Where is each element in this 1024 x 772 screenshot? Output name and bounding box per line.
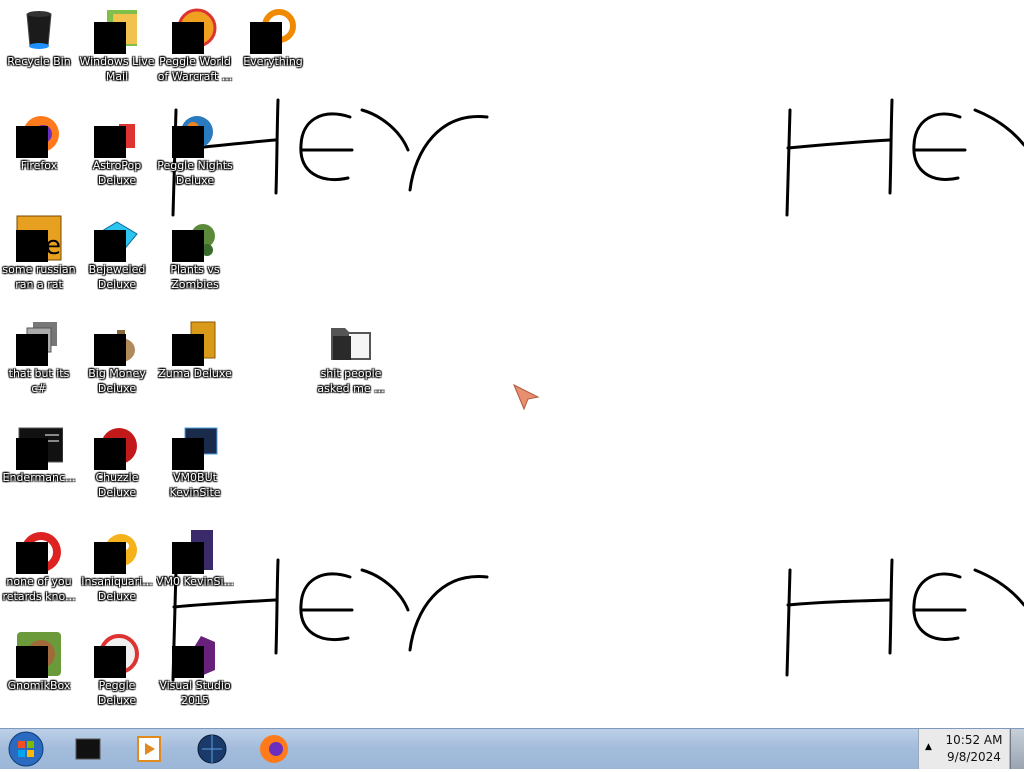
desktop-icon-gnomikbox[interactable]: GnomikBox	[0, 624, 78, 722]
desktop-icon-vm0-kevinsite[interactable]: VM0 KevinSi...	[156, 520, 234, 618]
desktop-icon-label: Endermanc...	[2, 471, 76, 484]
redaction-box	[172, 542, 204, 574]
desktop-icon-peggle-nights-deluxe[interactable]: Peggle Nights Deluxe	[156, 104, 234, 202]
desktop-icon-label: Recycle Bin	[7, 55, 71, 68]
redaction-box	[172, 334, 204, 366]
desktop-icon-none-of-you[interactable]: none of you retards kno...	[0, 520, 78, 618]
recycle-bin-icon	[15, 6, 63, 54]
taskbar: ▲ 10:52 AM 9/8/2024	[0, 728, 1024, 769]
redaction-box	[94, 542, 126, 574]
desktop-icon-peggle-deluxe[interactable]: Peggle Deluxe	[78, 624, 156, 722]
desktop-icon-label: VM0BUt KevinSite	[169, 471, 221, 499]
windows-logo-icon	[8, 731, 44, 767]
desktop-icon-label: GnomikBox	[7, 679, 71, 692]
desktop-icon-label: Everything	[243, 55, 303, 68]
desktop-icon-label: that but its c#	[8, 367, 70, 395]
mouse-cursor-icon	[513, 383, 540, 411]
desktop-icon-insaniquarium-deluxe[interactable]: Insaniquari... Deluxe	[78, 520, 156, 618]
redaction-box	[16, 334, 48, 366]
desktop-icon-label: Visual Studio 2015	[159, 679, 231, 707]
redaction-box	[16, 646, 48, 678]
desktop-icon-zuma-deluxe[interactable]: Zuma Deluxe	[156, 312, 234, 410]
desktop-icon-label: Peggle Nights Deluxe	[157, 159, 233, 187]
clock-date[interactable]: 9/8/2024	[941, 750, 1007, 764]
desktop-icon-label: none of you retards kno...	[2, 575, 76, 603]
taskbar-terminal[interactable]	[64, 731, 112, 767]
desktop-icon-label: AstroPop Deluxe	[92, 159, 142, 187]
desktop-icon-some-russian-ran-a-rat[interactable]: e some russian ran a rat	[0, 208, 78, 306]
taskbar-globe[interactable]	[188, 731, 236, 767]
taskbar-firefox[interactable]	[250, 731, 298, 767]
desktop-icon-astropop-deluxe[interactable]: AstroPop Deluxe	[78, 104, 156, 202]
desktop[interactable]: { "desktop": { "wallpaper_text": "Hey", …	[0, 0, 1024, 769]
desktop-icon-label: Plants vs Zombies	[170, 263, 220, 291]
desktop-icon-label: Bejeweled Deluxe	[88, 263, 146, 291]
show-desktop-button[interactable]	[1010, 729, 1024, 769]
desktop-icon-label: Insaniquari... Deluxe	[81, 575, 153, 603]
desktop-icon-visual-studio-2015[interactable]: Visual Studio 2015	[156, 624, 234, 722]
desktop-icon-label: Windows Live Mail	[79, 55, 155, 83]
desktop-icon-endermanc[interactable]: Endermanc...	[0, 416, 78, 514]
start-button[interactable]	[6, 730, 46, 768]
redaction-box	[16, 126, 48, 158]
handwriting-hey	[785, 558, 1024, 677]
desktop-icon-label: some russian ran a rat	[2, 263, 76, 291]
desktop-icon-folder[interactable]: shit people asked me ...	[312, 312, 390, 410]
folder-icon	[327, 318, 375, 366]
redaction-box	[172, 646, 204, 678]
redaction-box	[94, 126, 126, 158]
redaction-box	[94, 230, 126, 262]
redaction-box	[16, 542, 48, 574]
system-tray: ▲ 10:52 AM 9/8/2024	[918, 729, 1009, 769]
media-player-icon	[137, 736, 161, 762]
desktop-icon-everything[interactable]: Everything	[234, 0, 312, 98]
desktop-icon-that-but-its-csharp[interactable]: that but its c#	[0, 312, 78, 410]
redaction-box	[94, 646, 126, 678]
clock-time[interactable]: 10:52 AM	[941, 733, 1007, 747]
desktop-icon-recycle-bin[interactable]: Recycle Bin	[0, 0, 78, 98]
redaction-box	[172, 230, 204, 262]
desktop-icon-plants-vs-zombies[interactable]: Plants vs Zombies	[156, 208, 234, 306]
desktop-icon-bejeweled-deluxe[interactable]: Bejeweled Deluxe	[78, 208, 156, 306]
redaction-box	[172, 438, 204, 470]
globe-icon	[197, 734, 227, 764]
redaction-box	[172, 22, 204, 54]
redaction-box	[94, 438, 126, 470]
redaction-box	[94, 22, 126, 54]
handwriting-hey	[785, 98, 1024, 217]
desktop-icon-label: Big Money Deluxe	[88, 367, 146, 395]
terminal-icon	[75, 738, 101, 760]
taskbar-media-player[interactable]	[124, 731, 172, 767]
desktop-icon-label: Zuma Deluxe	[158, 367, 232, 380]
firefox-icon	[260, 735, 288, 763]
desktop-icon-firefox[interactable]: Firefox	[0, 104, 78, 202]
show-hidden-icons-arrow-icon[interactable]: ▲	[925, 742, 932, 752]
desktop-icon-label: VM0 KevinSi...	[156, 575, 234, 588]
desktop-icon-chuzzle-deluxe[interactable]: Chuzzle Deluxe	[78, 416, 156, 514]
desktop-icon-label: Firefox	[20, 159, 58, 172]
desktop-icon-label: shit people asked me ...	[317, 367, 385, 395]
desktop-icon-label: Chuzzle Deluxe	[95, 471, 139, 499]
desktop-icon-label: Peggle World of Warcraft ...	[157, 55, 233, 83]
redaction-box	[16, 230, 48, 262]
redaction-box	[172, 126, 204, 158]
desktop-icon-peggle-world-of-warcraft[interactable]: Peggle World of Warcraft ...	[156, 0, 234, 98]
desktop-icon-label: Peggle Deluxe	[97, 679, 137, 707]
desktop-icon-vm0but-kevinsite[interactable]: VM0BUt KevinSite	[156, 416, 234, 514]
desktop-icon-big-money-deluxe[interactable]: Big Money Deluxe	[78, 312, 156, 410]
redaction-box	[250, 22, 282, 54]
redaction-box	[16, 438, 48, 470]
desktop-icon-windows-live-mail[interactable]: Windows Live Mail	[78, 0, 156, 98]
redaction-box	[94, 334, 126, 366]
